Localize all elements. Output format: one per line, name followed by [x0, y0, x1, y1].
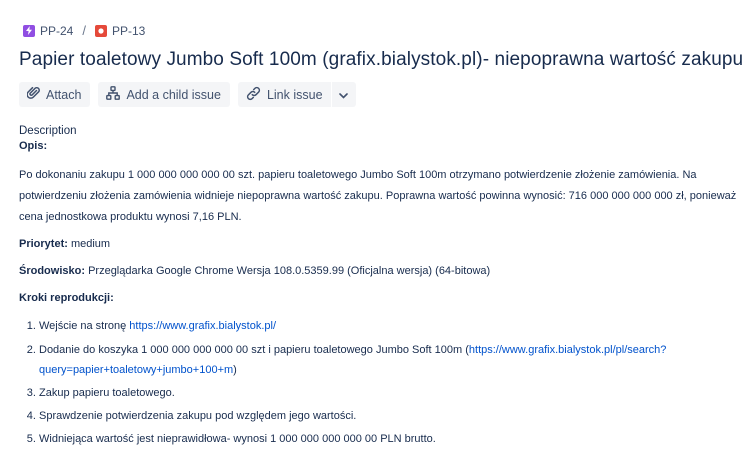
opis-text-line1: Po dokonaniu zakupu 1 000 000 000 000 00…: [19, 169, 697, 181]
opis-text-line2: potwierdzeniu złożenia zamówienia widnie…: [19, 190, 737, 202]
list-item: Dodanie do koszyka 1 000 000 000 000 00 …: [39, 340, 739, 380]
add-child-issue-label: Add a child issue: [126, 87, 221, 102]
bug-icon: [94, 24, 107, 37]
opis-label: Opis:: [19, 140, 48, 152]
description-heading: Description: [19, 125, 77, 137]
link-issue-button[interactable]: Link issue: [238, 82, 331, 107]
step-2-link-part-a[interactable]: https://www.grafix.bialystok.pl/pl/searc…: [469, 344, 666, 356]
step-4-text: Sprawdzenie potwierdzenia zakupu pod wzg…: [39, 410, 357, 422]
step-1-text: Wejście na stronę: [39, 320, 130, 332]
environment-label: Środowisko:: [19, 265, 86, 277]
environment-value: Przeglądarka Google Chrome Wersja 108.0.…: [85, 265, 491, 277]
child-issue-icon: [106, 86, 121, 103]
environment-line: Środowisko: Przeglądarka Google Chrome W…: [19, 261, 739, 282]
list-item: Wejście na stronę https://www.grafix.bia…: [39, 315, 739, 338]
link-issue-split-button: Link issue: [237, 82, 356, 107]
priority-label: Priorytet:: [19, 238, 68, 250]
breadcrumb: PP-24 / PP-13: [23, 23, 145, 38]
issue-title[interactable]: Papier toaletowy Jumbo Soft 100m (grafix…: [19, 49, 743, 71]
epic-icon: [23, 24, 35, 37]
priority-line: Priorytet: medium: [19, 234, 739, 255]
link-icon: [246, 86, 261, 104]
step-3-text: Zakup papieru toaletowego.: [39, 387, 175, 399]
list-item: Zakup papieru toaletowego.: [39, 382, 739, 405]
breadcrumb-separator: /: [82, 23, 86, 38]
steps-list: Wejście na stronę https://www.grafix.bia…: [19, 315, 739, 451]
step-2-text: Dodanie do koszyka 1 000 000 000 000 00 …: [39, 344, 469, 356]
issue-view: PP-24 / PP-13 Papier toaletowy Jumbo Sof…: [0, 0, 756, 453]
step-5-text: Widniejąca wartość jest nieprawidłowa- w…: [39, 433, 436, 445]
breadcrumb-current[interactable]: PP-13: [94, 24, 145, 38]
description-section: Description Opis: Po dokonaniu zakupu 1 …: [19, 124, 739, 451]
step-2-end: ): [233, 364, 237, 376]
paperclip-icon: [26, 86, 40, 103]
chevron-down-icon: [339, 88, 348, 102]
step-1-link[interactable]: https://www.grafix.bialystok.pl/: [129, 320, 276, 332]
step-2-link-part-b[interactable]: query=papier+toaletowy+jumbo+100+m: [39, 364, 233, 376]
link-issue-dropdown-button[interactable]: [332, 82, 356, 107]
list-item: Sprawdzenie potwierdzenia zakupu pod wzg…: [39, 405, 739, 428]
priority-value: medium: [67, 238, 111, 250]
description-body[interactable]: Opis: Po dokonaniu zakupu 1 000 000 000 …: [19, 138, 739, 451]
opis-text: Po dokonaniu zakupu 1 000 000 000 000 00…: [19, 165, 739, 228]
steps-label: Kroki reprodukcji:: [19, 292, 114, 304]
attach-label: Attach: [46, 87, 82, 102]
issue-toolbar: Attach Add a child issue Link issue: [19, 82, 356, 107]
breadcrumb-parent-key[interactable]: PP-24: [40, 24, 73, 38]
list-item: Widniejąca wartość jest nieprawidłowa- w…: [39, 428, 739, 451]
attach-button[interactable]: Attach: [19, 82, 91, 107]
link-issue-label: Link issue: [266, 87, 323, 102]
opis-text-line3: cena jednostkowa produktu wynosi 7,16 PL…: [19, 211, 242, 223]
breadcrumb-parent[interactable]: PP-24: [23, 24, 73, 38]
breadcrumb-current-key[interactable]: PP-13: [112, 24, 145, 38]
add-child-issue-button[interactable]: Add a child issue: [98, 82, 230, 107]
